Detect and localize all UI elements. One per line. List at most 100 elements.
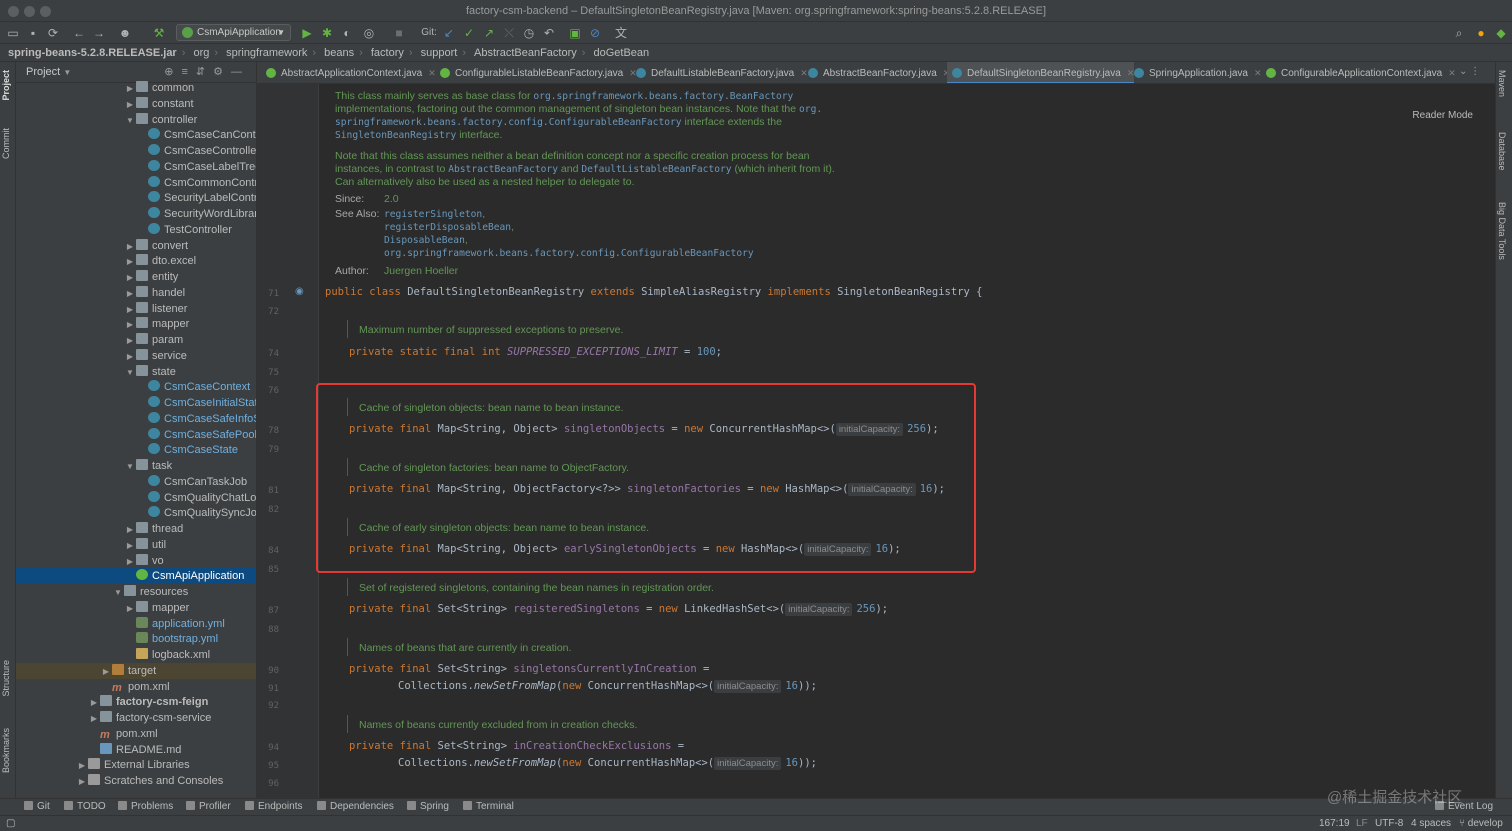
editor-tab[interactable]: DefaultListableBeanFactory.java ✕ [631, 62, 808, 83]
tree-folder-common[interactable]: ▶ common [16, 80, 256, 97]
tree-folder-controller[interactable]: ▼ controller [16, 112, 256, 129]
tree-folder-param[interactable]: ▶ param [16, 332, 256, 349]
tree-file-csmcasecontext[interactable]: CsmCaseContext [16, 379, 256, 395]
back-icon[interactable]: ← [72, 26, 86, 40]
project-tool-button[interactable]: Project [1, 70, 11, 101]
breadcrumb-support[interactable]: support [421, 44, 458, 62]
breadcrumb-class[interactable]: AbstractBeanFactory [474, 44, 577, 62]
sync-icon[interactable]: ⟳ [46, 26, 60, 40]
chevron-right-icon[interactable]: ▶ [124, 254, 136, 270]
tree-folder-factory-csm-service[interactable]: ▶ factory-csm-service [16, 710, 256, 727]
chevron-right-icon[interactable]: ▶ [100, 664, 112, 680]
history-icon[interactable]: ◷ [522, 26, 536, 40]
tree-folder-util[interactable]: ▶ util [16, 537, 256, 553]
chevron-down-icon[interactable]: ▼ [124, 459, 136, 475]
tree-folder-mapper[interactable]: ▶ mapper [16, 316, 256, 333]
chevron-down-icon[interactable]: ▼ [124, 113, 136, 129]
tree-folder-dto-excel[interactable]: ▶ dto.excel [16, 253, 256, 270]
tree-file-testcontroller[interactable]: TestController [16, 222, 256, 238]
tree-file-readme-md[interactable]: README.md [16, 742, 256, 758]
chevron-right-icon[interactable]: ▶ [124, 554, 136, 570]
indent-setting[interactable]: 4 spaces [1411, 816, 1451, 831]
git-branch[interactable]: ⑂ develop [1459, 816, 1503, 831]
chevron-right-icon[interactable]: ▶ [88, 695, 100, 711]
big-data-tools-button[interactable]: Big Data Tools [1497, 202, 1507, 260]
chevron-right-icon[interactable]: ▶ [124, 239, 136, 255]
tree-file-scratches-and-consoles[interactable]: ▶ Scratches and Consoles [16, 773, 256, 789]
tree-file-external-libraries[interactable]: ▶ External Libraries [16, 757, 256, 774]
spring-tool-button[interactable]: Spring [407, 799, 449, 815]
tree-folder-handel[interactable]: ▶ handel [16, 285, 256, 301]
git-pull-request-icon[interactable]: ⤬ [502, 26, 516, 40]
tree-folder-listener[interactable]: ▶ listener [16, 301, 256, 318]
build-hammer-icon[interactable]: ⚒ [152, 26, 166, 40]
editor-tab[interactable]: AbstractApplicationContext.java ✕ [261, 62, 436, 83]
tree-file-csmcaseinitialstate[interactable]: CsmCaseInitialState [16, 395, 256, 411]
editor-tab[interactable]: DefaultSingletonBeanRegistry.java ✕ [947, 62, 1135, 83]
reader-mode-toggle[interactable]: Reader Mode [1412, 110, 1473, 121]
endpoints-tool-button[interactable]: Endpoints [245, 799, 302, 815]
tree-file-csmapiapplication[interactable]: CsmApiApplication [16, 568, 256, 585]
code-view[interactable]: Reader Mode This class mainly serves as … [319, 84, 1495, 798]
tree-folder-mapper[interactable]: ▶ mapper [16, 600, 256, 616]
chevron-right-icon[interactable]: ▶ [124, 81, 136, 97]
dependencies-tool-button[interactable]: Dependencies [317, 799, 394, 815]
translate-icon[interactable]: 文 [614, 26, 628, 40]
tree-file-logback-xml[interactable]: logback.xml [16, 647, 256, 663]
coverage-report-icon[interactable]: ▣ [568, 26, 582, 40]
tree-file-bootstrap-yml[interactable]: bootstrap.yml [16, 631, 256, 647]
implemented-marker-icon[interactable]: ◉ [295, 286, 304, 297]
database-tool-button[interactable]: Database [1497, 132, 1507, 171]
tree-folder-vo[interactable]: ▶ vo [16, 553, 256, 570]
project-view-select[interactable]: Project [26, 66, 60, 78]
chevron-down-icon[interactable]: ▼ [124, 365, 136, 381]
editor-tab[interactable]: ConfigurableListableBeanFactory.java ✕ [435, 62, 637, 83]
tree-file-pom-xml[interactable]: m pom.xml [16, 679, 256, 695]
coverage-icon[interactable]: ◐ [340, 26, 354, 40]
run-configuration-select[interactable]: CsmApiApplication ▼ [176, 24, 291, 41]
tree-folder-constant[interactable]: ▶ constant [16, 96, 256, 112]
terminal-tool-button[interactable]: Terminal [463, 799, 514, 815]
line-separator[interactable]: LF [1356, 816, 1368, 831]
profile-icon[interactable]: ◎ [362, 26, 376, 40]
breadcrumb-org[interactable]: org [193, 44, 209, 62]
tree-file-securitywordlibraryc[interactable]: SecurityWordLibraryC [16, 206, 256, 222]
git-update-icon[interactable]: ↙ [442, 26, 456, 40]
structure-tool-button[interactable]: Structure [1, 660, 11, 697]
tree-file-csmcasecontroller[interactable]: CsmCaseController [16, 143, 256, 159]
toggle-tool-windows-icon[interactable]: ▢ [6, 816, 15, 831]
tree-file-pom-xml[interactable]: m pom.xml [16, 726, 256, 742]
save-icon[interactable]: ▪ [26, 26, 40, 40]
close-tab-icon[interactable]: ✕ [1448, 68, 1456, 78]
problems-tool-button[interactable]: Problems [118, 799, 173, 815]
file-encoding[interactable]: UTF-8 [1375, 816, 1403, 831]
tree-file-csmqualitychatlogjo[interactable]: CsmQualityChatLogJo [16, 490, 256, 506]
tree-file-csmcommoncontrolle[interactable]: CsmCommonControlle [16, 175, 256, 191]
tree-folder-factory-csm-feign[interactable]: ▶ factory-csm-feign [16, 694, 256, 711]
tree-folder-state[interactable]: ▼ state [16, 364, 256, 381]
tree-file-csmqualitysyncjob[interactable]: CsmQualitySyncJob [16, 505, 256, 521]
tree-folder-task[interactable]: ▼ task [16, 458, 256, 475]
breadcrumb-method[interactable]: doGetBean [594, 44, 650, 62]
tree-folder-target[interactable]: ▶ target [16, 662, 256, 680]
chevron-right-icon[interactable]: ▶ [124, 302, 136, 318]
update-icon[interactable]: ● [1474, 26, 1488, 40]
tree-folder-resources[interactable]: ▼ resources [16, 584, 256, 601]
chevron-down-icon[interactable]: ▼ [112, 585, 124, 601]
tree-file-csmcaselabeltreeco[interactable]: CsmCaseLabelTreeCo [16, 159, 256, 175]
code-with-me-icon[interactable]: ◆ [1494, 26, 1508, 40]
tree-file-csmcantaskjob[interactable]: CsmCanTaskJob [16, 474, 256, 490]
tree-folder-convert[interactable]: ▶ convert [16, 238, 256, 255]
chevron-right-icon[interactable]: ▶ [124, 333, 136, 349]
chevron-right-icon[interactable]: ▶ [76, 758, 88, 774]
breadcrumb-beans[interactable]: beans [324, 44, 354, 62]
git-tool-button[interactable]: Git [24, 799, 50, 815]
editor-tab[interactable]: AbstractBeanFactory.java✕ [803, 62, 950, 83]
user-icon[interactable]: ☻ [118, 26, 132, 40]
chevron-right-icon[interactable]: ▶ [124, 317, 136, 333]
caret-position[interactable]: 167:19 [1319, 816, 1350, 831]
commit-tool-button[interactable]: Commit [1, 128, 11, 159]
chevron-right-icon[interactable]: ▶ [124, 349, 136, 365]
tab-overflow-icon[interactable]: ⌄ ⋮ [1459, 66, 1480, 77]
chevron-right-icon[interactable]: ▶ [88, 711, 100, 727]
